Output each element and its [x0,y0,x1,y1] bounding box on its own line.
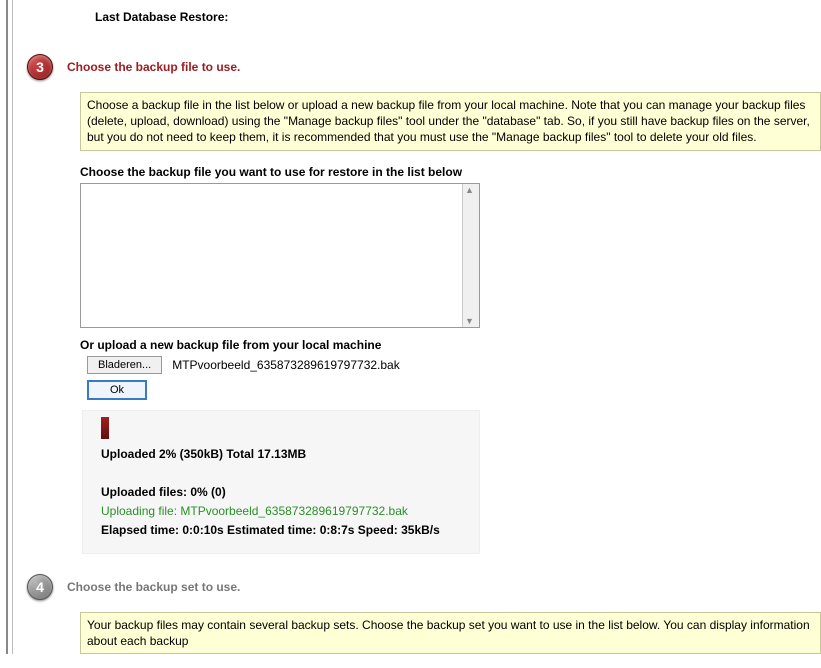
step-3-header: 3 Choose the backup file to use. [27,54,821,80]
uploaded-files-line: Uploaded files: 0% (0) [101,483,461,502]
upload-progress-panel: Uploaded 2% (350kB) Total 17.13MB Upload… [82,410,480,554]
last-db-restore-label: Last Database Restore: [95,10,821,24]
step-4-title: Choose the backup set to use. [67,580,240,594]
ok-button[interactable]: Ok [87,380,147,400]
backup-file-listbox[interactable] [80,183,480,328]
selected-filename: MTPvoorbeeld_635873289619797732.bak [172,358,400,372]
upload-summary: Uploaded 2% (350kB) Total 17.13MB [101,445,461,464]
step-3-badge: 3 [27,54,53,80]
browse-button[interactable]: Bladeren... [87,356,162,374]
step-3-title: Choose the backup file to use. [67,60,240,74]
uploading-file-line: Uploading file: MTPvoorbeeld_63587328961… [101,502,461,521]
step-4-header: 4 Choose the backup set to use. [27,574,821,600]
upload-new-file-label: Or upload a new backup file from your lo… [80,338,821,352]
choose-file-list-label: Choose the backup file you want to use f… [80,165,821,179]
timing-line: Elapsed time: 0:0:10s Estimated time: 0:… [101,521,461,540]
step-3-info-box: Choose a backup file in the list below o… [80,92,821,151]
listbox-scrollbar[interactable] [462,184,479,327]
upload-progress-bar [101,417,109,439]
step-4-badge: 4 [27,574,53,600]
step-4-info-box: Your backup files may contain several ba… [80,612,821,654]
